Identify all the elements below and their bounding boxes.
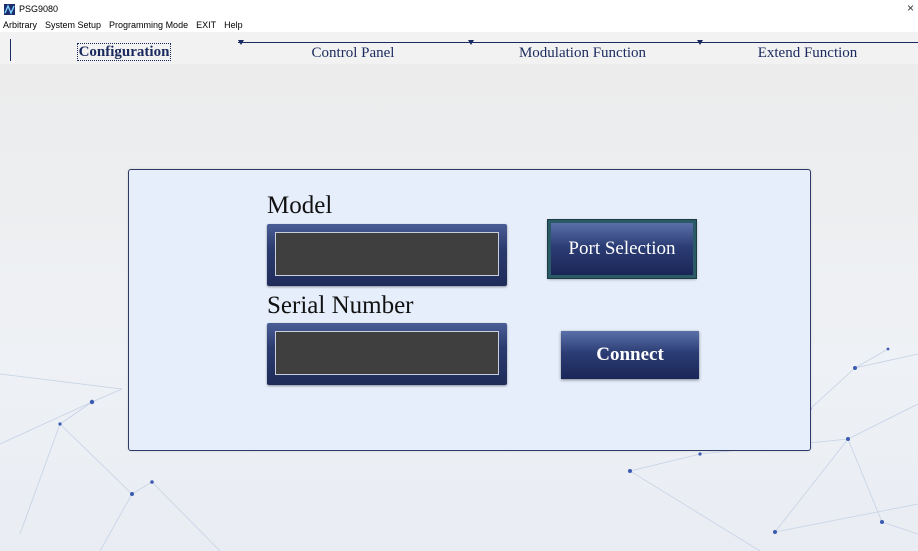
menu-programming-mode[interactable]: Programming Mode [105,20,192,30]
tab-configuration-label: Configuration [76,43,172,61]
menu-help[interactable]: Help [220,20,247,30]
tab-control-panel[interactable]: Control Panel [238,40,468,63]
serial-number-field-frame [267,323,507,385]
config-panel: Model Serial Number Port Selection Conne… [128,169,811,451]
tab-extend-function[interactable]: Extend Function [697,40,918,63]
tab-bar: Configuration Control Panel Modulation F… [0,32,918,64]
content-area: Model Serial Number Port Selection Conne… [0,64,918,551]
menu-exit[interactable]: EXIT [192,20,220,30]
model-field[interactable] [275,232,499,276]
tab-configuration[interactable]: Configuration [10,39,238,62]
menu-bar: Arbitrary System Setup Programming Mode … [0,18,918,32]
model-field-frame [267,224,507,286]
menu-system-setup[interactable]: System Setup [41,20,105,30]
serial-number-field[interactable] [275,331,499,375]
connect-button[interactable]: Connect [561,331,699,379]
menu-arbitrary[interactable]: Arbitrary [0,20,41,30]
tab-extend-function-label: Extend Function [757,45,858,61]
port-selection-button[interactable]: Port Selection [547,219,697,279]
close-icon[interactable]: × [907,1,914,15]
tab-modulation-function[interactable]: Modulation Function [468,40,697,63]
title-bar: PSG9080 × [0,0,918,18]
window-title: PSG9080 [19,4,59,14]
app-logo-icon [4,3,15,15]
model-label: Model [267,192,333,219]
serial-number-label: Serial Number [267,292,414,319]
tab-modulation-function-label: Modulation Function [518,45,647,61]
tab-control-panel-label: Control Panel [311,45,395,61]
